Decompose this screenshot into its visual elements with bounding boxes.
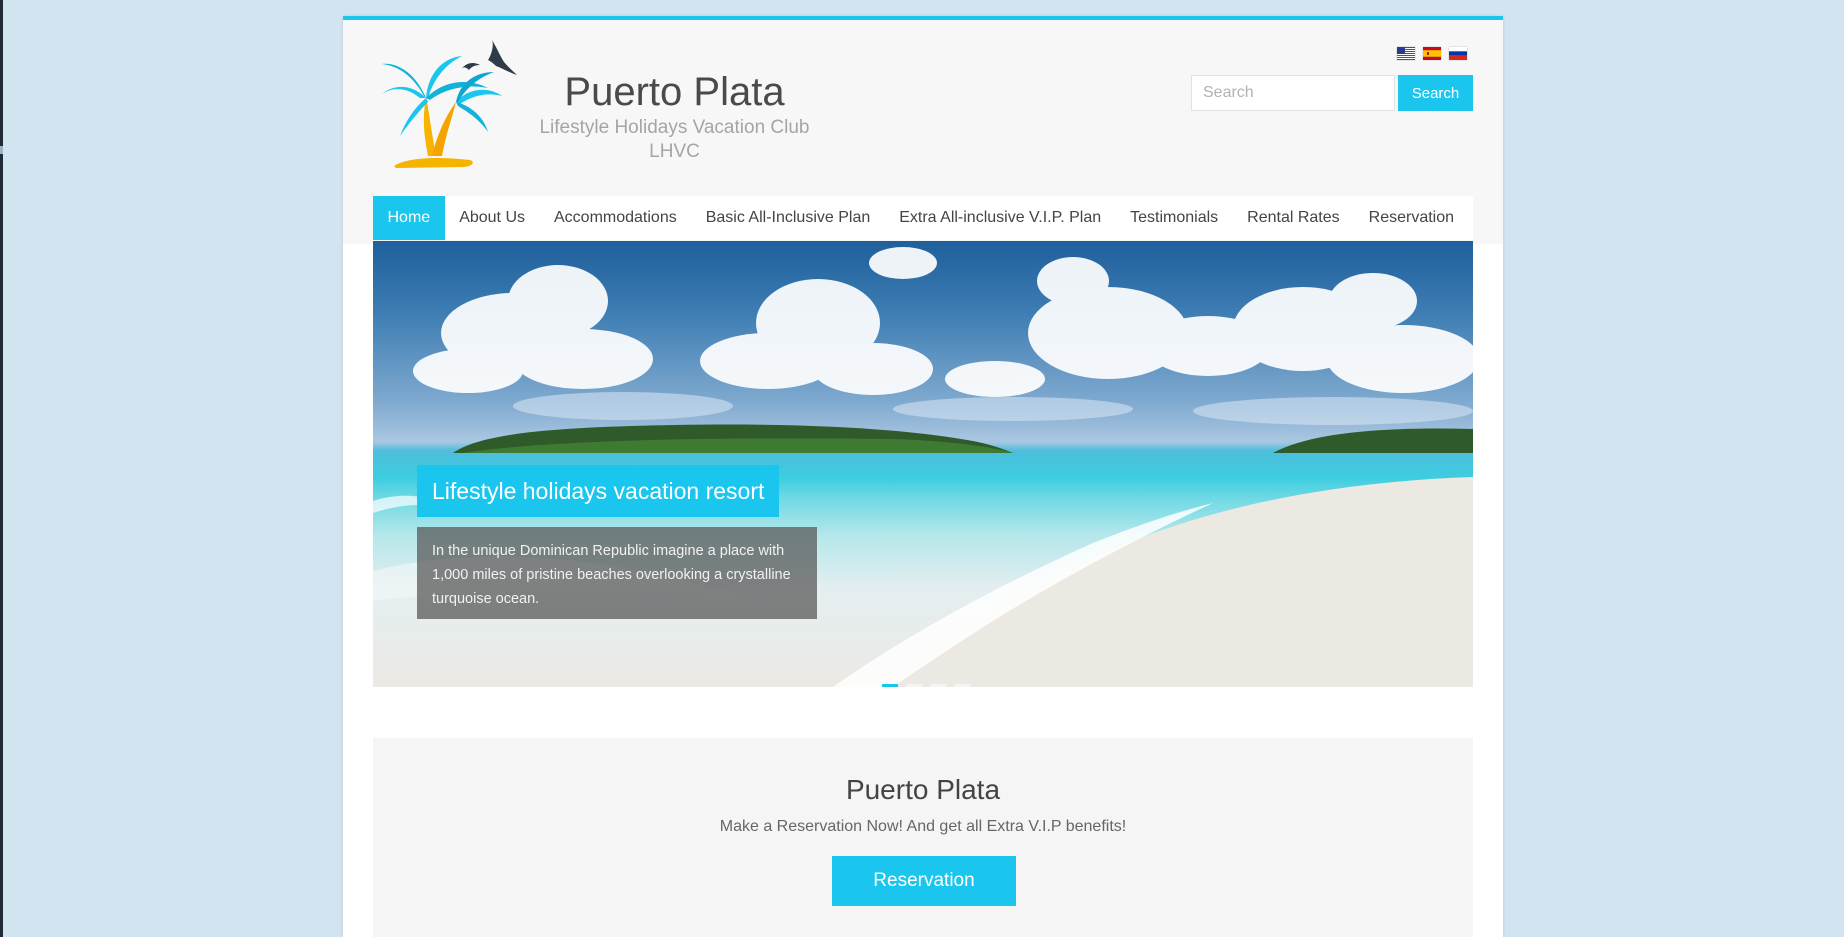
slider-pagination [882, 684, 970, 687]
main-nav: Home About Us Accommodations Basic All-I… [373, 196, 1473, 240]
palm-tree-logo[interactable] [376, 32, 518, 176]
slider-dot-4[interactable] [954, 684, 970, 687]
slide-caption-title: Lifestyle holidays vacation resort [417, 465, 780, 517]
nav-item-rental-rates[interactable]: Rental Rates [1233, 196, 1355, 240]
site-description: Lifestyle Holidays Vacation Club LHVC [539, 117, 810, 162]
slider-dot-2[interactable] [906, 684, 922, 687]
language-switcher [1397, 47, 1467, 60]
hero-slider[interactable]: Lifestyle holidays vacation resort In th… [373, 241, 1473, 687]
russia-flag-icon[interactable] [1449, 47, 1467, 60]
nav-item-reservation[interactable]: Reservation [1354, 196, 1468, 240]
nav-item-about-us[interactable]: About Us [445, 196, 540, 240]
beach-scene-image [373, 247, 1473, 687]
slider-dot-1[interactable] [882, 684, 898, 687]
site-title[interactable]: Puerto Plata [523, 72, 826, 112]
nav-item-testimonials[interactable]: Testimonials [1116, 196, 1233, 240]
nav-item-accommodations[interactable]: Accommodations [540, 196, 692, 240]
window-edge [0, 0, 3, 937]
cta-title: Puerto Plata [845, 774, 1001, 805]
call-to-action: Puerto Plata Make a Reservation Now! And… [373, 738, 1473, 937]
nav-item-home[interactable]: Home [373, 196, 445, 240]
reservation-button[interactable]: Reservation [832, 856, 1016, 906]
nav-item-vip-plan[interactable]: Extra All-inclusive V.I.P. Plan [885, 196, 1116, 240]
cta-subtitle: Make a Reservation Now! And get all Extr… [719, 818, 1127, 835]
us-flag-icon[interactable] [1397, 47, 1415, 60]
slider-dot-3[interactable] [930, 684, 946, 687]
slide-caption-text: In the unique Dominican Republic imagine… [417, 527, 817, 619]
page-container: Puerto Plata Lifestyle Holidays Vacation… [343, 16, 1503, 937]
spain-flag-icon[interactable] [1423, 47, 1441, 60]
search-button[interactable]: Search [1398, 75, 1473, 111]
site-header: Puerto Plata Lifestyle Holidays Vacation… [343, 20, 1503, 244]
search-input[interactable] [1191, 75, 1395, 111]
nav-item-basic-plan[interactable]: Basic All-Inclusive Plan [691, 196, 885, 240]
